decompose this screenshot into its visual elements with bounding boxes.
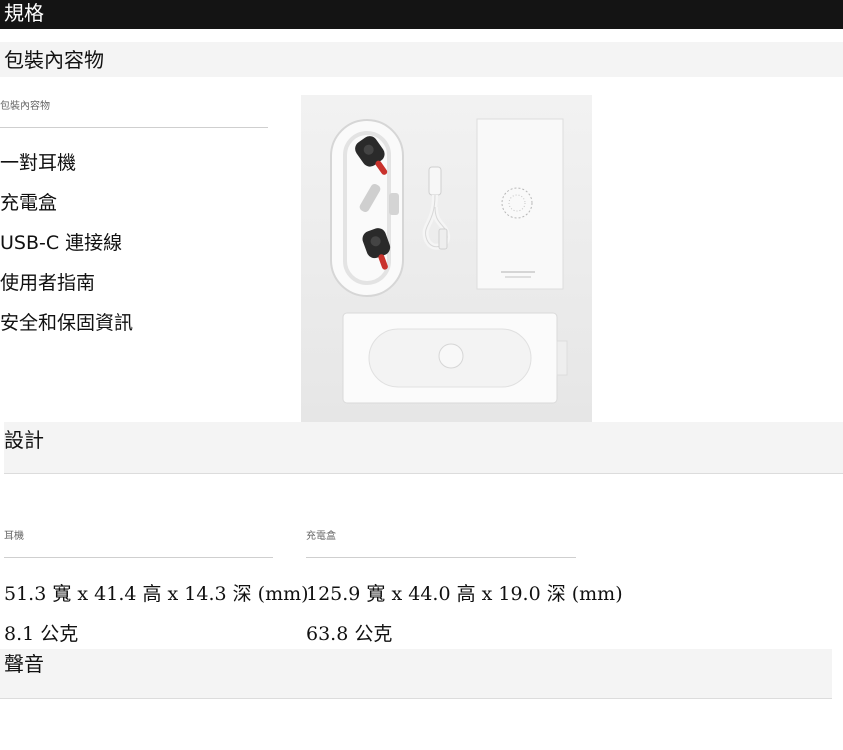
earbuds-weight: 8.1 公克 [4, 623, 79, 645]
package-section-title: 包裝內容物 [4, 48, 104, 72]
spec-header-title: 規格 [4, 1, 44, 25]
earbuds-tray-shape [330, 119, 404, 297]
sound-section-title: 聲音 [4, 652, 44, 676]
package-item-case: 充電盒 [0, 192, 58, 214]
sound-section-header: 聲音 [0, 649, 832, 699]
charging-case-shape [342, 312, 568, 404]
package-item-cable: USB-C 連接線 [0, 232, 123, 254]
package-contents-label: 包裝內容物 [0, 101, 50, 112]
earbuds-dimensions: 51.3 寬 x 41.4 高 x 14.3 深 (mm) [4, 583, 309, 605]
package-divider [0, 127, 268, 128]
package-section-header: 包裝內容物 [0, 42, 843, 77]
package-item-safety: 安全和保固資訊 [0, 312, 134, 334]
design-section-header: 設計 [4, 422, 843, 474]
package-contents-illustration [301, 95, 592, 422]
case-dimensions: 125.9 寬 x 44.0 高 x 19.0 深 (mm) [306, 583, 623, 605]
case-divider [306, 557, 576, 558]
earbuds-divider [4, 557, 273, 558]
earbuds-label: 耳機 [4, 531, 24, 542]
case-weight: 63.8 公克 [306, 623, 393, 645]
package-item-earbuds: 一對耳機 [0, 152, 77, 174]
package-contents-image [301, 95, 592, 422]
package-item-guide: 使用者指南 [0, 272, 96, 294]
spec-header-bar: 規格 [0, 0, 843, 29]
case-label: 充電盒 [306, 531, 336, 542]
design-section-title: 設計 [4, 428, 44, 452]
user-guide-shape [476, 118, 564, 290]
